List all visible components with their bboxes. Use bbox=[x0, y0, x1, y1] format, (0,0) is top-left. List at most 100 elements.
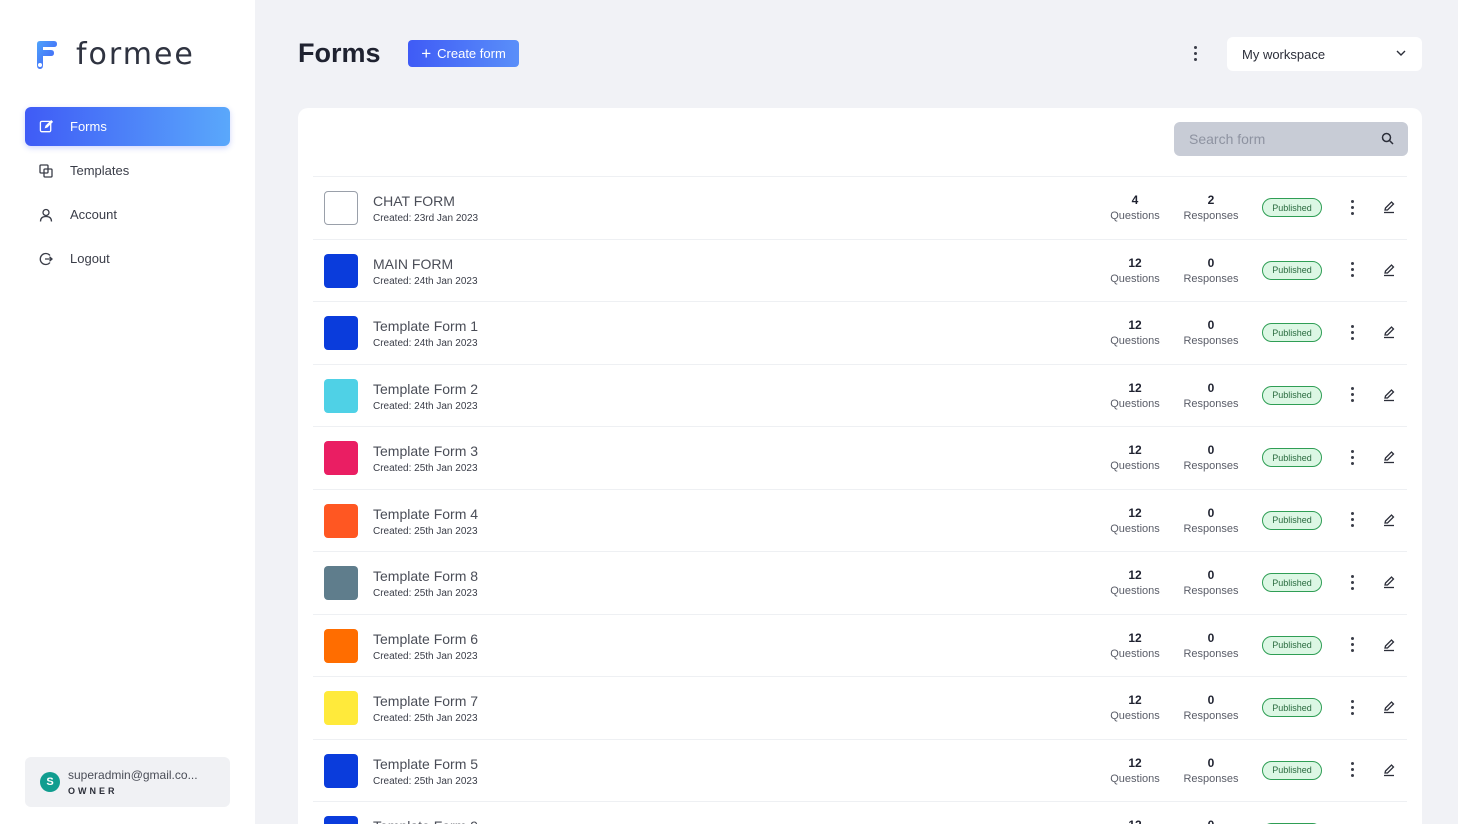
edit-pencil-icon[interactable] bbox=[1382, 513, 1396, 527]
edit-pencil-icon[interactable] bbox=[1382, 325, 1396, 339]
row-more-options-icon[interactable] bbox=[1344, 510, 1360, 530]
responses-stat: 0 Responses bbox=[1176, 631, 1246, 660]
row-more-options-icon[interactable] bbox=[1344, 760, 1360, 780]
form-row[interactable]: Template Form 3 Created: 25th Jan 2023 1… bbox=[313, 426, 1407, 489]
responses-count: 0 bbox=[1207, 693, 1215, 707]
edit-pencil-icon[interactable] bbox=[1382, 263, 1396, 277]
user-profile-card[interactable]: S superadmin@gmail.co... OWNER bbox=[25, 757, 230, 807]
form-name[interactable]: CHAT FORM bbox=[373, 193, 455, 209]
form-created-date: Created: 25th Jan 2023 bbox=[373, 713, 478, 724]
form-color-swatch bbox=[324, 816, 358, 824]
row-more-options-icon[interactable] bbox=[1344, 572, 1360, 592]
form-created-date: Created: 25th Jan 2023 bbox=[373, 775, 478, 787]
create-form-button[interactable]: + Create form bbox=[408, 40, 519, 67]
responses-label: Responses bbox=[1183, 647, 1239, 660]
edit-pencil-icon[interactable] bbox=[1382, 638, 1396, 652]
form-name[interactable]: Template Form 5 bbox=[373, 756, 478, 772]
responses-label: Responses bbox=[1183, 710, 1239, 722]
form-color-swatch bbox=[324, 691, 358, 725]
plus-icon: + bbox=[421, 44, 432, 63]
form-name[interactable]: Template Form 3 bbox=[373, 443, 478, 459]
formee-logo-icon bbox=[37, 41, 57, 69]
questions-stat: 12 Questions bbox=[1100, 318, 1170, 347]
questions-stat: 12 Questions bbox=[1100, 631, 1170, 660]
sidebar-item-label: Templates bbox=[70, 163, 130, 178]
responses-label: Responses bbox=[1183, 522, 1239, 535]
form-name[interactable]: MAIN FORM bbox=[373, 256, 453, 272]
row-more-options-icon[interactable] bbox=[1344, 447, 1360, 467]
sidebar-item-account[interactable]: Account bbox=[25, 195, 230, 234]
form-row[interactable]: Template Form 9 Created: 25th Jan 2023 1… bbox=[313, 801, 1407, 824]
responses-stat: 0 Responses bbox=[1176, 818, 1246, 824]
responses-count: 0 bbox=[1176, 818, 1246, 824]
row-more-options-icon[interactable] bbox=[1344, 197, 1360, 217]
sidebar-item-label: Account bbox=[70, 207, 117, 222]
form-name[interactable]: Template Form 8 bbox=[373, 568, 478, 584]
responses-stat: 0 Responses bbox=[1176, 443, 1246, 472]
edit-pencil-icon[interactable] bbox=[1382, 763, 1396, 777]
form-row[interactable]: Template Form 4 Created: 25th Jan 2023 1… bbox=[313, 488, 1407, 552]
form-created-date: Created: 25th Jan 2023 bbox=[373, 463, 478, 474]
form-name[interactable]: Template Form 7 bbox=[373, 693, 478, 709]
form-row[interactable]: Template Form 7 Created: 25th Jan 2023 1… bbox=[313, 676, 1407, 739]
form-row[interactable]: Template Form 6 Created: 25th Jan 2023 1… bbox=[313, 613, 1407, 677]
questions-count: 12 bbox=[1128, 693, 1142, 707]
responses-count: 0 bbox=[1207, 568, 1215, 582]
sidebar-item-forms[interactable]: Forms bbox=[25, 107, 230, 146]
forms-panel: CHAT FORM Created: 23rd Jan 2023 4 Quest… bbox=[298, 108, 1422, 824]
edit-pencil-icon[interactable] bbox=[1382, 388, 1396, 402]
form-row[interactable]: Template Form 2 Created: 24th Jan 2023 1… bbox=[313, 363, 1407, 427]
form-row[interactable]: CHAT FORM Created: 23rd Jan 2023 4 Quest… bbox=[313, 176, 1407, 239]
questions-count: 4 bbox=[1131, 193, 1139, 207]
form-name[interactable]: Template Form 4 bbox=[373, 506, 478, 522]
responses-stat: 0 Responses bbox=[1176, 756, 1246, 785]
chevron-down-icon bbox=[1396, 50, 1406, 56]
sidebar-item-templates[interactable]: Templates bbox=[25, 151, 230, 190]
row-more-options-icon[interactable] bbox=[1344, 635, 1360, 655]
responses-count: 0 bbox=[1207, 755, 1215, 770]
questions-count: 12 bbox=[1100, 818, 1170, 824]
responses-label: Responses bbox=[1183, 210, 1239, 222]
responses-label: Responses bbox=[1183, 272, 1239, 285]
form-row[interactable]: Template Form 1 Created: 24th Jan 2023 1… bbox=[313, 301, 1407, 364]
row-more-options-icon[interactable] bbox=[1344, 385, 1360, 405]
questions-stat: 12 Questions bbox=[1100, 506, 1170, 535]
form-created-date: Created: 25th Jan 2023 bbox=[373, 525, 478, 537]
questions-stat: 12 Questions bbox=[1100, 443, 1170, 472]
row-more-options-icon[interactable] bbox=[1344, 697, 1360, 717]
user-info: superadmin@gmail.co... OWNER bbox=[68, 768, 198, 796]
form-name[interactable]: Template Form 9 bbox=[373, 818, 478, 824]
page-title: Forms bbox=[298, 38, 381, 68]
form-row[interactable]: Template Form 8 Created: 25th Jan 2023 1… bbox=[313, 551, 1407, 614]
search-input[interactable] bbox=[1189, 131, 1369, 147]
questions-stat: 12 Questions bbox=[1100, 568, 1170, 597]
row-more-options-icon[interactable] bbox=[1344, 322, 1360, 342]
more-options-icon[interactable] bbox=[1186, 42, 1204, 64]
questions-label: Questions bbox=[1110, 210, 1160, 222]
form-color-swatch bbox=[324, 316, 358, 350]
form-color-swatch bbox=[324, 191, 358, 225]
form-name[interactable]: Template Form 2 bbox=[373, 381, 478, 397]
questions-stat: 12 Questions bbox=[1100, 693, 1170, 722]
form-created-date: Created: 24th Jan 2023 bbox=[373, 338, 478, 349]
edit-pencil-icon[interactable] bbox=[1382, 450, 1396, 464]
logo[interactable]: formee bbox=[34, 40, 195, 70]
edit-pencil-icon[interactable] bbox=[1382, 200, 1396, 214]
responses-count: 0 bbox=[1207, 318, 1215, 332]
responses-count: 0 bbox=[1207, 380, 1215, 395]
form-row[interactable]: Template Form 5 Created: 25th Jan 2023 1… bbox=[313, 738, 1407, 802]
sidebar-item-logout[interactable]: Logout bbox=[25, 239, 230, 278]
responses-label: Responses bbox=[1183, 460, 1239, 472]
edit-pencil-icon[interactable] bbox=[1382, 700, 1396, 714]
form-name[interactable]: Template Form 6 bbox=[373, 631, 478, 647]
search-icon[interactable] bbox=[1381, 132, 1394, 145]
responses-stat: 0 Responses bbox=[1176, 318, 1246, 347]
workspace-select[interactable]: My workspace bbox=[1227, 37, 1422, 71]
row-more-options-icon[interactable] bbox=[1344, 260, 1360, 280]
questions-label: Questions bbox=[1110, 272, 1160, 285]
form-color-swatch bbox=[324, 566, 358, 600]
edit-pencil-icon[interactable] bbox=[1382, 575, 1396, 589]
questions-stat: 4 Questions bbox=[1100, 193, 1170, 222]
form-row[interactable]: MAIN FORM Created: 24th Jan 2023 12 Ques… bbox=[313, 238, 1407, 302]
form-name[interactable]: Template Form 1 bbox=[373, 318, 478, 334]
